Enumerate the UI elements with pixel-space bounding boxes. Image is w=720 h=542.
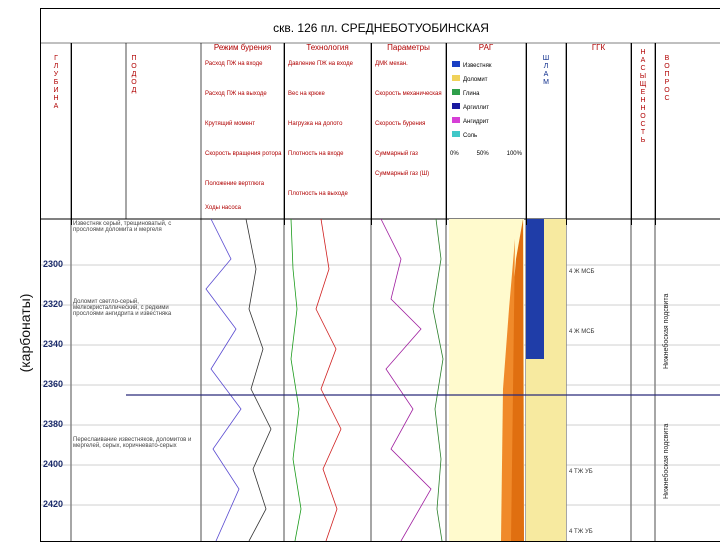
right-label-1: Нижнебоская подсвита [663, 423, 670, 499]
gas-header-title: Технология [306, 43, 349, 52]
depth-label-2320: 2320 [43, 299, 64, 309]
gas-type-4-swatch [452, 117, 460, 123]
drilling-column-header: Режим бурения Расход ПЖ на входе Расход … [201, 43, 285, 225]
drilling-legend-5: Ходы насоса [205, 205, 242, 211]
desc-header-title: ГГК [591, 43, 606, 52]
params-legend-2: Скорость бурения [375, 121, 426, 127]
gas-type-3: Аргиллит [452, 103, 491, 111]
gas-type-5: Соль [452, 131, 491, 139]
params-legend-0: ДМК механ. [375, 61, 408, 67]
gas-type-3-swatch [452, 103, 460, 109]
params-legend-4: Суммарный газ (Ш) [375, 171, 430, 177]
side-label: (карбонаты) [4, 250, 44, 420]
lith-code-0: 4 Ж МСБ [569, 269, 595, 275]
drilling-legend-4: Положение вертлюга [205, 181, 265, 187]
gas-scale-0: 0% [450, 151, 459, 157]
ggk-column-header: РАГ Известняк Доломит Глина Аргиллит Анг… [446, 43, 527, 225]
depth-label-2300: 2300 [43, 259, 64, 269]
gas-scale: 0% 50% 100% [450, 151, 522, 157]
gas-scale-1: 50% [476, 151, 489, 157]
gas-type-2: Глина [452, 89, 491, 97]
depth-label-2420: 2420 [43, 499, 64, 509]
depth-column-header: Г Л У Б И Н А [41, 43, 72, 225]
drilling-header-title: Режим бурения [213, 43, 272, 52]
depth-label-2380: 2380 [43, 419, 64, 429]
depth-header-text: Г Л У Б И Н А [53, 55, 59, 110]
params-header-title: Параметры [387, 43, 430, 52]
drilling-legend-3: Скорость вращения ротора [205, 151, 282, 157]
gas-type-1: Доломит [452, 75, 491, 83]
gas-scale-2: 100% [506, 151, 522, 157]
gas-type-0: Известняк [452, 61, 491, 69]
sampling-header-text: П О Д О Д [131, 55, 137, 94]
description-0: Известняк серый, трещиноватый, с прослоя… [73, 221, 172, 233]
gas-column-header: Технология Давление ПЖ на входе Вес на к… [284, 43, 372, 225]
lith-code-2: 4 ТЖ УБ [569, 469, 593, 475]
params-column-header: Параметры ДМК механ. Скорость механическ… [371, 43, 447, 225]
drilling-legend-2: Крутящий момент [205, 121, 256, 127]
question-column-header: В О П Р О С [655, 43, 720, 225]
saturation-header-text: Н А С Ы Щ Е Н Н О С Т Ь [639, 49, 647, 144]
gas-legend-3: Плотность на входе [288, 151, 344, 157]
gas-type-list: Известняк Доломит Глина Аргиллит Ангидри… [452, 61, 491, 145]
depth-label-2340: 2340 [43, 339, 64, 349]
gas-legend-2: Нагрузка на долото [288, 121, 343, 127]
right-label-0: Нижнебоская подсвита [663, 293, 670, 369]
gas-type-2-swatch [452, 89, 460, 95]
params-legend-3: Суммарный газ [375, 151, 418, 157]
gas-type-5-swatch [452, 131, 460, 137]
gas-type-1-swatch [452, 75, 460, 81]
drilling-legend-1: Расход ПЖ на выходе [205, 91, 267, 97]
gas-legend-0: Давление ПЖ на входе [288, 61, 353, 67]
saturation-column-header: Н А С Ы Щ Е Н Н О С Т Ь [631, 43, 656, 225]
lith-code-3: 4 ТЖ УБ [569, 529, 593, 535]
drilling-legend-0: Расход ПЖ на входе [205, 61, 263, 67]
lith-header-text: Ш Л А М [542, 55, 550, 86]
gas-type-0-swatch [452, 61, 460, 67]
gas-legend-4: Плотность на выходе [288, 191, 348, 197]
sampling-column-header: П О Д О Д [126, 43, 201, 225]
well-log-sheet: скв. 126 пл. СРЕДНЕБОТУОБИНСКАЯ Г Л У Б … [40, 8, 720, 542]
question-header-text: В О П Р О С [664, 55, 670, 102]
ggk-header-title: РАГ [478, 43, 494, 52]
desc-column-header: ГГК [566, 43, 632, 225]
depth-label-2360: 2360 [43, 379, 64, 389]
side-label-text: (карбонаты) [17, 293, 33, 373]
depth-label-2400: 2400 [43, 459, 64, 469]
description-1: Доломит светло-серый, мелкокристаллическ… [73, 299, 172, 317]
params-legend-1: Скорость механическая [375, 91, 442, 97]
gas-legend-1: Вес на крюке [288, 91, 325, 97]
lith-code-1: 4 Ж МСБ [569, 329, 595, 335]
lith-column-header: Ш Л А М [526, 43, 567, 225]
gas-type-4: Ангидрит [452, 117, 491, 125]
description-2: Переслаивание известняков, доломитов и м… [73, 437, 192, 449]
